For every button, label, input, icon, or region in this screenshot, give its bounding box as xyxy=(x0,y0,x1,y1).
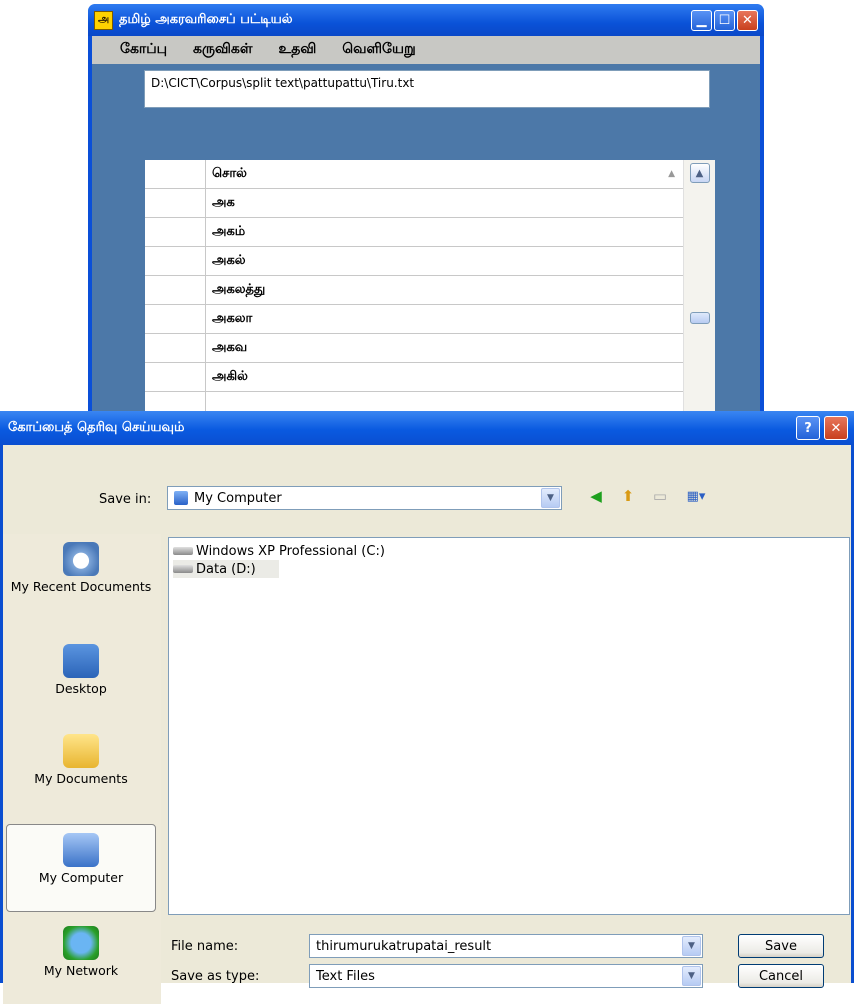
dialog-title: கோப்பைத் தெரிவு செய்யவும் xyxy=(8,420,185,435)
app-titlebar: அ தமிழ் அகரவரிசைப் பட்டியல் ▁ ☐ ✕ xyxy=(88,4,764,36)
table-row[interactable]: அகலா xyxy=(145,305,684,334)
dialog-toolbar: ◀ ⬆ ▭ ▦▾ xyxy=(585,485,711,507)
network-icon xyxy=(63,926,99,960)
save-as-type-label: Save as type: xyxy=(171,969,260,984)
list-item[interactable]: Data (D:) xyxy=(173,560,279,578)
my-computer-icon xyxy=(174,491,188,505)
recent-documents-icon xyxy=(63,542,99,576)
views-menu-icon[interactable]: ▦▾ xyxy=(681,485,711,507)
up-folder-icon[interactable]: ⬆ xyxy=(617,485,639,507)
save-dialog: கோப்பைத் தெரிவு செய்யவும் ? ✕ Save in: M… xyxy=(0,411,854,1004)
table-row[interactable]: அகம் xyxy=(145,218,684,247)
app-title: தமிழ் அகரவரிசைப் பட்டியல் xyxy=(119,12,293,27)
menu-exit[interactable]: வெளியேறு xyxy=(342,41,415,59)
table-row[interactable]: அக xyxy=(145,189,684,218)
menu-tools[interactable]: கருவிகள் xyxy=(193,41,252,59)
dialog-titlebar: கோப்பைத் தெரிவு செய்யவும் ? ✕ xyxy=(0,411,854,445)
save-button[interactable]: Save xyxy=(738,934,824,958)
drive-icon xyxy=(173,565,193,573)
desktop-icon xyxy=(63,644,99,678)
back-icon[interactable]: ◀ xyxy=(585,485,607,507)
word-grid: சொல் ▲ அக அகம் அகல் அகலத்து அகலா அகவ அகி… xyxy=(145,160,715,422)
place-my-recent-documents[interactable]: My Recent Documents xyxy=(6,542,156,594)
minimize-button[interactable]: ▁ xyxy=(691,9,712,31)
menu-file[interactable]: கோப்பு xyxy=(120,41,167,59)
my-documents-icon xyxy=(63,734,99,768)
menu-help[interactable]: உதவி xyxy=(279,41,317,59)
new-folder-icon[interactable]: ▭ xyxy=(649,485,671,507)
background-app-window: அ தமிழ் அகரவரிசைப் பட்டியல் ▁ ☐ ✕ கோப்பு… xyxy=(88,4,764,424)
column-header-word[interactable]: சொல் ▲ xyxy=(206,160,684,188)
save-as-type-dropdown[interactable]: Text Files ▼ xyxy=(309,964,703,988)
grid-scrollbar[interactable]: ▲ xyxy=(683,160,715,422)
file-list[interactable]: Windows XP Professional (C:) Data (D:) xyxy=(168,537,850,915)
chevron-down-icon[interactable]: ▼ xyxy=(541,488,560,508)
list-item[interactable]: Windows XP Professional (C:) xyxy=(173,542,849,560)
place-desktop[interactable]: Desktop xyxy=(6,644,156,696)
places-bar: My Recent Documents Desktop My Documents… xyxy=(3,534,161,1004)
table-row[interactable]: அகில் xyxy=(145,363,684,392)
app-body: D:\CICT\Corpus\split text\pattupattu\Tir… xyxy=(92,64,760,422)
place-my-network[interactable]: My Network xyxy=(6,926,156,978)
place-my-documents[interactable]: My Documents xyxy=(6,734,156,786)
drive-icon xyxy=(173,547,193,555)
file-name-field[interactable]: thirumurukatrupatai_result ▼ xyxy=(309,934,703,958)
chevron-down-icon[interactable]: ▼ xyxy=(682,936,701,956)
dialog-frame: Save in: My Computer ▼ ◀ ⬆ ▭ ▦▾ My Recen… xyxy=(0,445,854,1004)
app-icon: அ xyxy=(94,10,113,30)
help-button[interactable]: ? xyxy=(796,416,820,440)
close-button[interactable]: ✕ xyxy=(737,9,758,31)
sort-icon: ▲ xyxy=(668,169,675,179)
place-my-computer[interactable]: My Computer xyxy=(6,824,156,912)
file-path-field[interactable]: D:\CICT\Corpus\split text\pattupattu\Tir… xyxy=(144,70,710,108)
dialog-close-button[interactable]: ✕ xyxy=(824,416,848,440)
table-row[interactable]: அகல் xyxy=(145,247,684,276)
scroll-thumb[interactable] xyxy=(690,312,710,324)
scroll-up-icon[interactable]: ▲ xyxy=(689,163,710,183)
app-menubar: கோப்பு கருவிகள் உதவி வெளியேறு xyxy=(92,36,760,64)
save-in-label: Save in: xyxy=(99,492,152,507)
grid-header: சொல் ▲ xyxy=(145,160,684,189)
chevron-down-icon[interactable]: ▼ xyxy=(682,966,701,986)
cancel-button[interactable]: Cancel xyxy=(738,964,824,988)
maximize-button[interactable]: ☐ xyxy=(714,9,735,31)
table-row[interactable]: அகவ xyxy=(145,334,684,363)
table-row[interactable]: அகலத்து xyxy=(145,276,684,305)
save-in-dropdown[interactable]: My Computer ▼ xyxy=(167,486,562,510)
my-computer-icon xyxy=(63,833,99,867)
file-name-label: File name: xyxy=(171,939,239,954)
